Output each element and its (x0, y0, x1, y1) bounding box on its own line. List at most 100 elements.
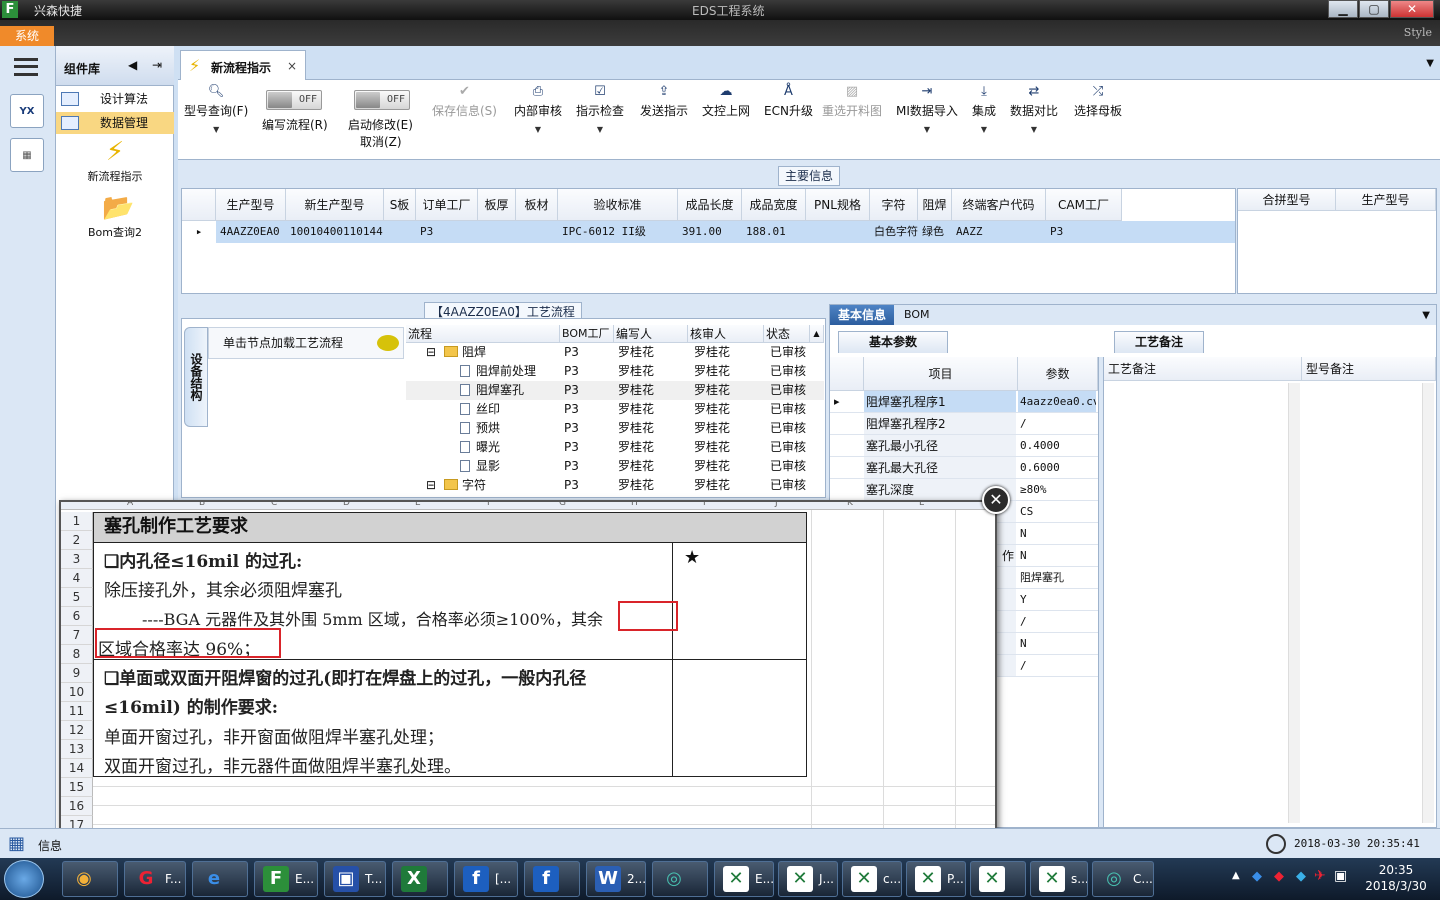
internal-review-button[interactable]: ⎙ 内部审核 ▼ (514, 84, 562, 134)
table-cell[interactable]: P3 (416, 221, 478, 243)
sidebar-item-data-management[interactable]: 数据管理 (56, 112, 174, 134)
column-header[interactable]: PNL规格 (806, 189, 870, 221)
table-cell[interactable]: IPC-6012 II级 (558, 221, 678, 243)
table-cell[interactable] (806, 221, 870, 243)
doc-control-online-button[interactable]: ☁ 文控上网 (702, 84, 750, 119)
table-cell[interactable]: 188.01 (742, 221, 806, 243)
taskbar-item[interactable]: ✕ s... (1030, 861, 1088, 897)
column-header[interactable]: 阻焊 (918, 189, 952, 221)
start-button[interactable] (4, 860, 44, 898)
row-number[interactable]: 3 (61, 550, 93, 569)
taskbar-item[interactable]: ✕ c... (842, 861, 902, 897)
equipment-structure-tab[interactable]: 设备结构 (184, 327, 208, 427)
scroll-up-icon[interactable]: ▲ (810, 325, 824, 343)
send-instruction-button[interactable]: ⇪ 发送指示 (640, 84, 688, 119)
table-cell[interactable] (384, 221, 416, 243)
param-value[interactable]: 4aazz0ea0.cv (1018, 391, 1096, 412)
tray-expand-icon[interactable]: ▲ (1232, 870, 1240, 881)
save-info-button[interactable]: ✔ 保存信息(S) (432, 84, 497, 119)
pin-icon[interactable]: ⇥ (152, 58, 162, 72)
tab-bom[interactable]: BOM (904, 308, 930, 321)
tab-basic-params[interactable]: 基本参数 (838, 331, 948, 353)
column-header[interactable]: 字符 (870, 189, 918, 221)
column-header[interactable]: 核审人 (688, 325, 764, 343)
model-query-button[interactable]: 🔍︎ 型号查询(F) ▼ (184, 84, 248, 134)
param-row[interactable]: 塞孔深度 ≥80% (830, 479, 1098, 501)
close-window-button[interactable]: ✕ (1390, 0, 1434, 18)
select-mother-board-button[interactable]: ⤮ 选择母板 (1074, 84, 1122, 119)
panel-splitter[interactable] (1098, 357, 1104, 827)
param-value[interactable]: ≥80% (1018, 479, 1096, 500)
column-header[interactable]: 编写人 (614, 325, 688, 343)
row-number[interactable]: 1 (61, 512, 93, 531)
write-process-toggle[interactable]: OFF (266, 90, 322, 110)
tab-close-button[interactable]: × (287, 59, 297, 73)
column-header[interactable]: 订单工厂 (416, 189, 478, 221)
table-cell[interactable]: 10010400110144 (286, 221, 384, 243)
param-value[interactable]: CS (1018, 501, 1096, 522)
param-value[interactable]: / (1018, 413, 1096, 434)
column-header[interactable]: 状态 (764, 325, 810, 343)
popup-close-button[interactable]: ✕ (982, 486, 1010, 514)
taskbar-item[interactable]: ▣ T... (324, 861, 386, 897)
table-cell[interactable]: 白色字符 (870, 221, 918, 243)
tree-row[interactable]: ⊟ 阻焊 P3 罗桂花 罗桂花 已审核 (406, 343, 824, 362)
column-header[interactable]: 生产型号 (1336, 189, 1436, 211)
data-compare-button[interactable]: ⇄ 数据对比 ▼ (1010, 84, 1058, 134)
taskbar-item[interactable]: ✕ (970, 861, 1026, 897)
collapse-left-icon[interactable]: ◀ (128, 58, 137, 72)
taskbar-item[interactable]: e (192, 861, 248, 897)
taskbar-item[interactable]: f [... (454, 861, 518, 897)
column-header[interactable]: 成品宽度 (742, 189, 806, 221)
table-cell[interactable]: AAZZ (952, 221, 1046, 243)
row-number[interactable]: 2 (61, 531, 93, 550)
row-number[interactable]: 9 (61, 664, 93, 683)
row-number[interactable]: 8 (61, 645, 93, 664)
row-number[interactable]: 15 (61, 778, 93, 797)
reselect-cutting-diagram-button[interactable]: ▨ 重选开料图 (822, 84, 882, 119)
param-value[interactable]: N (1018, 633, 1096, 654)
column-header[interactable]: 验收标准 (558, 189, 678, 221)
taskbar-item[interactable]: G F... (124, 861, 186, 897)
row-number[interactable]: 14 (61, 759, 93, 778)
new-process-instruction-button[interactable]: ⚡ 新流程指示 (56, 138, 174, 184)
column-header[interactable]: 型号备注 (1302, 357, 1436, 381)
table-cell[interactable]: 391.00 (678, 221, 742, 243)
column-header[interactable]: 新生产型号 (286, 189, 384, 221)
taskbar-item[interactable]: ◉ (62, 861, 118, 897)
column-header[interactable]: S板 (384, 189, 416, 221)
column-header[interactable]: 生产型号 (216, 189, 286, 221)
bom-query2-button[interactable]: 📂 Bom查询2 (56, 194, 174, 240)
table-cell[interactable]: 4AAZZ0EA0 (216, 221, 286, 243)
system-menu[interactable]: 系统 (0, 26, 54, 46)
taskbar-item[interactable]: ◎ C... (1092, 861, 1154, 897)
row-number[interactable]: 12 (61, 721, 93, 740)
start-modify-toggle[interactable]: OFF (354, 90, 410, 110)
row-number[interactable]: 13 (61, 740, 93, 759)
taskbar-item[interactable]: ✕ P... (906, 861, 966, 897)
table-cell[interactable] (478, 221, 516, 243)
tab-new-process-instruction[interactable]: ⚡ 新流程指示 × (180, 50, 306, 80)
column-header[interactable]: 成品长度 (678, 189, 742, 221)
craft-notes-scrollbar[interactable] (1288, 383, 1300, 823)
row-number[interactable]: 5 (61, 588, 93, 607)
taskbar-item[interactable]: ✕ E... (714, 861, 774, 897)
tab-craft-notes[interactable]: 工艺备注 (1114, 331, 1204, 353)
row-number[interactable]: 11 (61, 702, 93, 721)
column-header[interactable]: 项目 (864, 357, 1018, 391)
tree-expander-icon[interactable]: ⊟ (426, 343, 436, 362)
param-value[interactable]: 阻焊塞孔 (1018, 567, 1096, 588)
param-row[interactable]: ▸ 阻焊塞孔程序1 4aazz0ea0.cv (830, 391, 1098, 413)
param-value[interactable]: / (1018, 611, 1096, 632)
tray-app-icon[interactable]: ◆ (1252, 869, 1262, 884)
network-icon[interactable]: ▣ (1334, 868, 1347, 884)
table-cell[interactable]: 绿色 (918, 221, 952, 243)
sidebar-item-design-algorithm[interactable]: 设计算法 (56, 88, 174, 110)
param-value[interactable]: / (1018, 655, 1096, 676)
column-header[interactable]: 合拼型号 (1238, 189, 1336, 211)
param-value[interactable]: N (1018, 545, 1096, 566)
taskbar-item[interactable]: F E... (254, 861, 318, 897)
param-value[interactable]: Y (1018, 589, 1096, 610)
taskbar-item[interactable]: X (392, 861, 448, 897)
ecn-upgrade-button[interactable]: Å ECN升级 (764, 84, 813, 119)
